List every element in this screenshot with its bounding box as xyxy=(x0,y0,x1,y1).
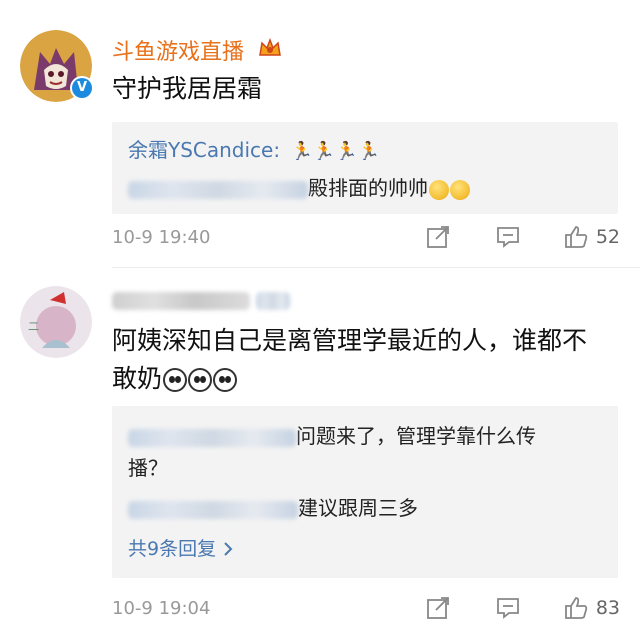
reply-box[interactable]: 余霜YSCandice: 🏃🏃🏃🏃 殿排面的帅帅 xyxy=(112,122,618,214)
comment-text: 敢奶 xyxy=(112,360,238,398)
reply-text: 播？ xyxy=(128,456,168,480)
reply-box[interactable]: 问题来了，管理学靠什么传 播？ 建议跟周三多 共9条回复 xyxy=(112,406,618,578)
action-bar: 83 xyxy=(424,594,620,622)
comment-icon[interactable] xyxy=(494,594,522,622)
svg-text:二: 二 xyxy=(28,320,39,333)
like-count: 83 xyxy=(595,597,620,619)
username[interactable]: 斗鱼游戏直播 xyxy=(112,34,244,66)
reply-line: 建议跟周三多 xyxy=(128,492,418,524)
blurred-badge xyxy=(256,292,290,310)
comment-icon[interactable] xyxy=(494,223,522,251)
emoji-icon xyxy=(163,368,188,392)
comment-text: 守护我居居霜 xyxy=(112,74,263,103)
comment-item: 二 阿姨深知自己是离管理学最近的人，谁都不 敢奶 问题来了，管理学靠什么传 播？… xyxy=(0,268,640,619)
more-replies-label[interactable]: 共9条回复 xyxy=(128,538,216,560)
share-icon[interactable] xyxy=(424,223,452,251)
verified-icon: V xyxy=(70,76,94,100)
like-count: 52 xyxy=(595,226,620,248)
share-icon[interactable] xyxy=(424,594,452,622)
crown-icon xyxy=(258,37,282,59)
reply-line: 殿排面的帅帅 xyxy=(128,172,470,204)
more-replies-link[interactable]: 共9条回复 xyxy=(128,532,234,566)
reply-text: 殿排面的帅帅 xyxy=(308,176,428,200)
username[interactable] xyxy=(112,288,290,313)
blurred-username xyxy=(128,500,298,519)
comment-text-cont: 敢奶 xyxy=(112,364,163,393)
comment-text: 阿姨深知自己是离管理学最近的人，谁都不 xyxy=(112,326,588,355)
avatar[interactable]: 二 xyxy=(20,286,92,358)
blurred-username xyxy=(128,428,296,447)
reply-author[interactable]: 余霜YSCandice: xyxy=(128,138,280,162)
reply-text: 问题来了，管理学靠什么传 xyxy=(296,424,536,448)
chevron-right-icon[interactable] xyxy=(222,534,234,566)
reply-line: 问题来了，管理学靠什么传 xyxy=(128,420,536,452)
blurred-username xyxy=(112,292,250,310)
timestamp: 10-9 19:40 xyxy=(112,227,211,248)
reply-line: 播？ xyxy=(128,452,168,484)
emoji-icon xyxy=(450,179,470,200)
emoji-icon xyxy=(188,368,213,392)
like-icon[interactable] xyxy=(562,223,590,251)
comment-item: V 斗鱼游戏直播 守护我居居霜 余霜YSCandice: 🏃🏃🏃🏃 殿排面的帅帅… xyxy=(0,0,640,268)
emoji-icon: 🏃🏃🏃🏃 xyxy=(290,140,381,162)
timestamp: 10-9 19:04 xyxy=(112,598,211,619)
blurred-username xyxy=(128,180,308,199)
reply-text: 建议跟周三多 xyxy=(298,496,418,520)
emoji-icon xyxy=(429,179,449,200)
like-icon[interactable] xyxy=(562,594,590,622)
action-bar: 52 xyxy=(424,223,620,251)
reply-line: 余霜YSCandice: 🏃🏃🏃🏃 xyxy=(128,134,380,168)
emoji-icon xyxy=(213,368,238,392)
